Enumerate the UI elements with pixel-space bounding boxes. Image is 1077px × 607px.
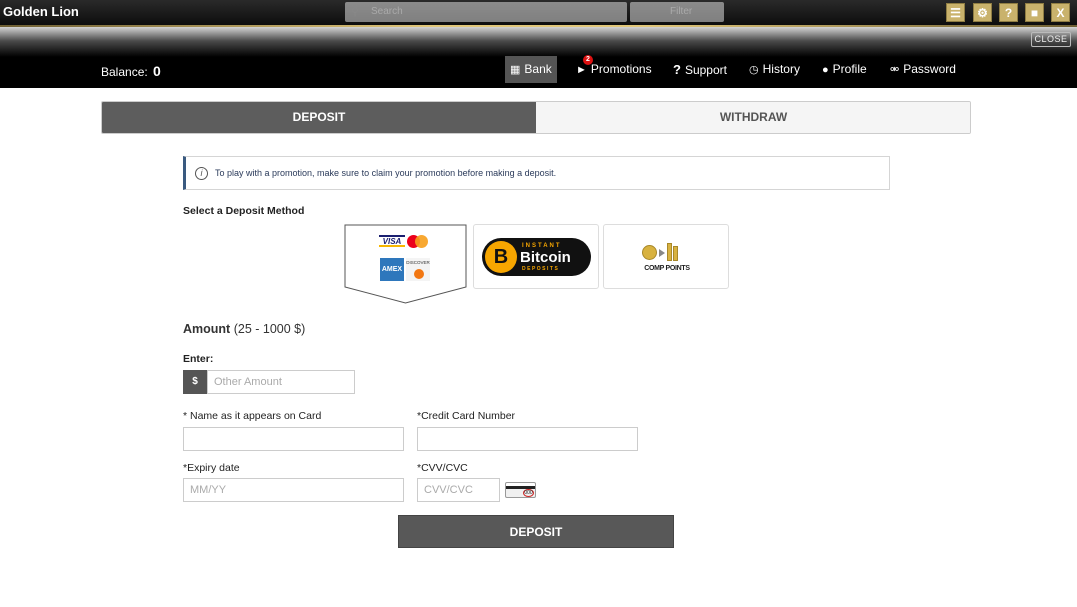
comp-points-icon xyxy=(642,243,678,261)
bitcoin-line2: Bitcoin xyxy=(520,249,571,266)
search-icon: ⚲ xyxy=(351,6,360,18)
nav-bank-label: Bank xyxy=(524,62,552,76)
expiry-input[interactable]: MM/YY xyxy=(183,478,404,502)
discover-logo: DISCOVER xyxy=(406,258,430,281)
bitcoin-line3: DEPOSITS xyxy=(522,266,560,272)
enter-label: Enter: xyxy=(183,353,214,365)
cvv-label: *CVV/CVC xyxy=(417,462,468,474)
nav-password[interactable]: ⚮ Password xyxy=(885,56,961,83)
filter-label: Filter xyxy=(670,6,693,17)
promotion-notice: i To play with a promotion, make sure to… xyxy=(183,156,890,190)
card-number-input[interactable] xyxy=(417,427,638,451)
amex-logo: AMEX xyxy=(380,258,404,281)
cvv-card-icon: 000 xyxy=(505,482,536,498)
comp-points-label: COMP POINTS xyxy=(644,265,690,272)
deposit-submit-button[interactable]: DEPOSIT xyxy=(398,515,674,548)
nav-history[interactable]: ◷ History xyxy=(744,56,805,83)
promotions-badge: 2 xyxy=(583,55,593,65)
cvv-input[interactable]: CVV/CVC xyxy=(417,478,500,502)
question-icon: ? xyxy=(673,62,681,77)
tab-deposit[interactable]: DEPOSIT xyxy=(102,102,536,133)
name-label: * Name as it appears on Card xyxy=(183,410,322,422)
balance-value: 0 xyxy=(153,63,161,79)
balance: Balance: 0 xyxy=(101,63,161,79)
method-comp-points[interactable]: COMP POINTS xyxy=(603,224,729,289)
close-x-icon[interactable]: X xyxy=(1051,3,1070,22)
tab-withdraw[interactable]: WITHDRAW xyxy=(536,102,970,133)
nav-promotions[interactable]: ► 2 Promotions xyxy=(571,55,657,83)
chat-icon[interactable]: ■ xyxy=(1025,3,1044,22)
nav-history-label: History xyxy=(762,62,800,76)
nav-support-label: Support xyxy=(684,63,727,77)
close-button[interactable]: CLOSE xyxy=(1031,32,1071,47)
amount-input[interactable]: Other Amount xyxy=(207,370,355,394)
nav-promotions-label: Promotions xyxy=(590,62,652,76)
app-title: Golden Lion xyxy=(3,4,79,19)
filter-button[interactable]: Filter xyxy=(630,2,724,22)
balance-label: Balance: xyxy=(101,65,148,79)
key-icon: ⚮ xyxy=(890,64,900,76)
nav-profile-label: Profile xyxy=(832,62,867,76)
search-placeholder: Search xyxy=(371,6,403,17)
bank-tabs: DEPOSIT WITHDRAW xyxy=(101,101,971,134)
gear-icon[interactable]: ⚙ xyxy=(973,3,992,22)
user-icon: ● xyxy=(822,64,829,76)
coins-icon[interactable]: ☰ xyxy=(946,3,965,22)
discover-dot-icon xyxy=(414,269,424,279)
bitcoin-icon: B xyxy=(485,241,517,273)
discover-label: DISCOVER xyxy=(406,260,430,265)
nav-support[interactable]: ? Support xyxy=(668,56,732,83)
currency-symbol: $ xyxy=(183,370,207,394)
method-credit-cards[interactable]: VISA AMEX DISCOVER xyxy=(344,224,467,304)
history-icon: ◷ xyxy=(749,64,759,76)
amount-title-text: Amount xyxy=(183,322,231,336)
megaphone-icon: ► xyxy=(576,64,587,76)
nav-password-label: Password xyxy=(903,62,956,76)
nav-bank[interactable]: ▦ Bank xyxy=(505,56,557,83)
card-number-label: *Credit Card Number xyxy=(417,410,516,422)
expiry-label: *Expiry date xyxy=(183,462,240,474)
mastercard-icon-overlap xyxy=(415,235,428,248)
name-on-card-input[interactable] xyxy=(183,427,404,451)
nav-profile[interactable]: ● Profile xyxy=(817,56,872,83)
help-icon[interactable]: ? xyxy=(999,3,1018,22)
bitcoin-logo: B INSTANT Bitcoin DEPOSITS xyxy=(482,238,591,276)
method-bitcoin[interactable]: B INSTANT Bitcoin DEPOSITS xyxy=(473,224,599,289)
notice-text: To play with a promotion, make sure to c… xyxy=(215,168,557,178)
amount-range: (25 - 1000 $) xyxy=(233,322,306,336)
deposit-method-title: Select a Deposit Method xyxy=(183,205,305,217)
info-icon: i xyxy=(195,167,208,180)
search-input[interactable]: ⚲ Search xyxy=(345,2,627,22)
top-bar: Golden Lion ⚲ Search Filter ☰ ⚙ ? ■ X xyxy=(0,0,1077,25)
bank-icon: ▦ xyxy=(510,64,521,76)
amount-title: Amount (25 - 1000 $) xyxy=(183,322,305,336)
visa-logo: VISA xyxy=(379,235,405,247)
